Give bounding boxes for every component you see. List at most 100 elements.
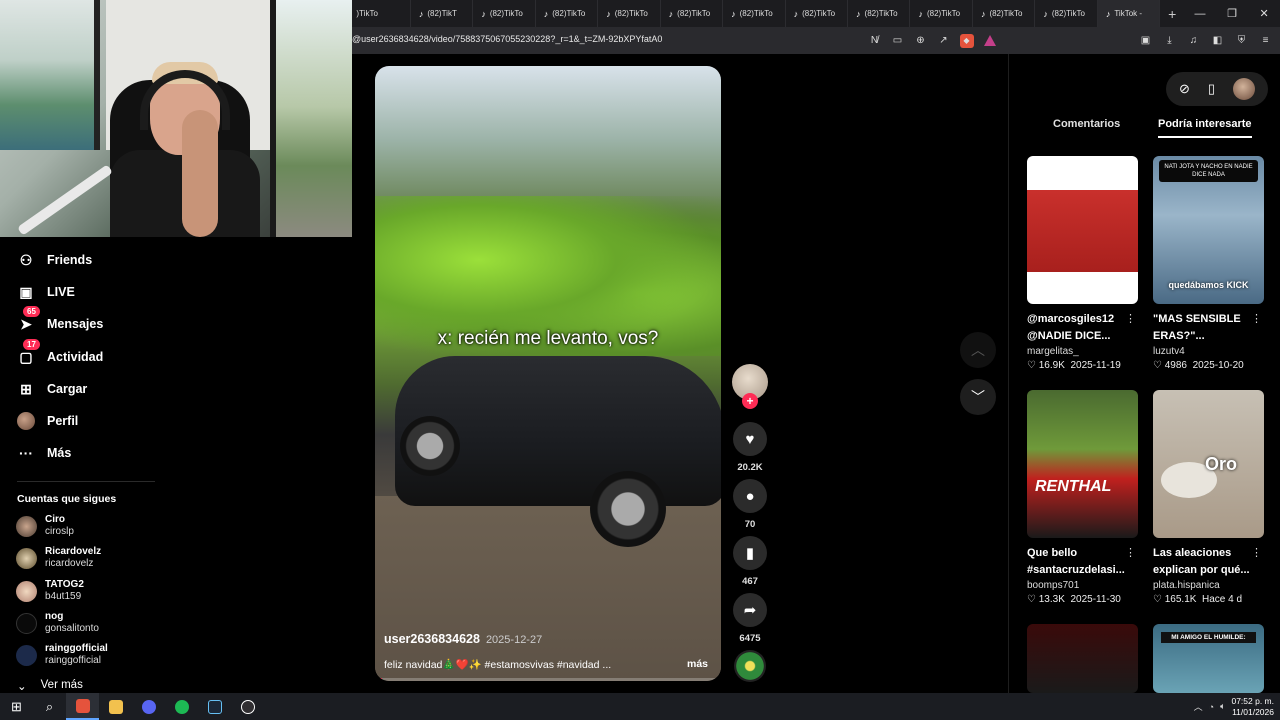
tab-suggested[interactable]: Podría interesarte [1158,118,1252,138]
next-video-button[interactable]: ﹀ [960,379,996,415]
browser-tab[interactable]: ♪ (82)TikTo [1035,0,1098,27]
card-title: Las aleaciones explican por qué... [1153,547,1250,576]
thumbnail-text: RENTHAL [1035,478,1112,495]
browser-tab[interactable]: ♪ (82)TikTo [536,0,599,27]
see-more-link[interactable]: ⌄ Ver más [17,679,83,693]
browser-tab[interactable]: ♪ (82)TikTo [598,0,661,27]
share-button[interactable]: ➦ 6475 [732,593,768,644]
tab-title: (82)TikT [427,9,457,18]
card-title: Que bello #santacruzdelasi... [1027,547,1125,576]
more-options-icon[interactable]: ⋮ [1125,546,1136,559]
thumbnail-caption: quedábamos KICK [1168,280,1249,290]
comment-button[interactable]: ● 70 [732,479,768,530]
toolbar-right-icons: ▣ ⤓ ♫ ◧ ⛨ ≡ [1137,32,1274,49]
restore-icon[interactable]: ❐ [1216,0,1248,27]
sidebar-item-friends[interactable]: ⚇ Friends [17,251,92,269]
video-player[interactable]: x: recién me levanto, vos? user263683462… [375,66,721,681]
save-button[interactable]: ▮ 467 [732,536,768,587]
discord-icon[interactable] [132,693,165,720]
suggested-video-card[interactable]: No más palabras señor juez ⋮ @marcosgile… [1027,156,1138,371]
search-icon[interactable]: ⌕ [33,693,66,720]
music-icon[interactable]: ♫ [1185,32,1202,49]
obs-icon[interactable] [231,693,264,720]
sidebar-item-live[interactable]: ▣ LIVE [17,283,74,301]
close-icon[interactable]: ✕ [1248,0,1280,27]
following-account[interactable]: Ciro ciroslp [16,514,74,538]
suggested-video-card[interactable]: MI AMIGO EL HUMILDE: [1153,624,1264,693]
sidebar-item-activity[interactable]: ▢ 17 Actividad [17,339,103,366]
live-icon: ▣ [19,283,33,300]
follow-plus-icon[interactable]: + [742,393,758,409]
minimize-icon[interactable]: — [1184,0,1216,27]
browser-tab[interactable]: ♪ (82)TikTo [661,0,724,27]
following-account[interactable]: nog gonsalitonto [16,611,99,635]
vpn-icon[interactable]: ⛨ [1233,32,1250,49]
comment-count: 70 [744,519,756,530]
tray-chevron-icon[interactable]: ︿ [1194,700,1203,713]
translate-icon[interactable]: N̸ [866,32,883,49]
suggested-video-card[interactable] [1027,624,1138,693]
browser-tab[interactable]: )TikTo [348,0,411,27]
following-account[interactable]: Ricardovelz ricardovelz [16,546,101,570]
suggested-video-card[interactable]: RENTHAL ⋮ Que bello #santacruzdelasi... … [1027,390,1138,605]
new-tab-button[interactable]: + [1160,6,1184,22]
browser-tab-active[interactable]: ♪ TikTok - [1097,0,1161,27]
more-options-icon[interactable]: ⋮ [1125,312,1136,325]
cast-icon[interactable]: ▭ [889,32,906,49]
video-progress-bar[interactable] [375,678,721,681]
clock[interactable]: 07:52 p. m. 11/01/2026 [1231,696,1274,718]
video-caption-overlay: x: recién me levanto, vos? [437,328,659,349]
system-tray: ︿ ◔ 🔈︎ 07:52 p. m. 11/01/2026 [1194,693,1274,720]
sidebar-item-more[interactable]: ··· Más [17,444,71,462]
url-field[interactable]: @user2636834628/video/758837506705523022… [352,34,662,44]
wallet-icon[interactable]: ▣ [1137,32,1154,49]
previous-video-button[interactable]: ︿ [960,332,996,368]
sidebar-item-upload[interactable]: ⊞ Cargar [17,380,87,398]
see-more-label: Ver más [40,679,83,691]
brave-browser-icon[interactable] [66,693,99,720]
download-icon[interactable]: ⤓ [1161,32,1178,49]
more-options-icon[interactable]: ⋮ [1251,546,1262,559]
comment-icon: ● [733,479,767,513]
menu-icon[interactable]: ≡ [1257,32,1274,49]
browser-tab[interactable]: ♪ (82)TikTo [910,0,973,27]
volume-icon[interactable]: 🔈︎ [1220,701,1225,712]
steam-icon[interactable] [198,693,231,720]
following-account[interactable]: rainggofficial rainggofficial [16,643,108,667]
following-account[interactable]: TATOG2 b4ut159 [16,579,84,603]
video-ground [375,496,721,681]
brave-rewards-icon[interactable] [981,32,998,49]
suggested-video-card[interactable]: NATI JOTA Y NACHO EN NADIE DICE NADA qued… [1153,156,1264,371]
like-button[interactable]: ♥ 20.2K [732,422,768,473]
user-avatar[interactable] [1232,78,1255,100]
more-options-icon[interactable]: ⋮ [1251,312,1262,325]
browser-tab[interactable]: ♪ (82)TikTo [848,0,911,27]
sidebar-item-profile[interactable]: Perfil [17,412,78,430]
browser-tab[interactable]: ♪ (82)TikTo [973,0,1036,27]
more-button[interactable]: más [687,658,708,670]
music-disc-icon[interactable] [734,650,766,682]
sidebar-item-messages[interactable]: ➤ 65 Mensajes [17,306,103,333]
device-icon[interactable]: ▯ [1208,81,1215,97]
tiktok-icon: ♪ [1105,8,1111,19]
network-icon[interactable]: ◔ [1209,702,1214,712]
sidebar-icon[interactable]: ◧ [1209,32,1226,49]
video-author[interactable]: user2636834628 2025-12-27 [384,632,542,646]
video-thumbnail: RENTHAL [1027,390,1138,538]
card-date: 2025-10-20 [1192,360,1244,371]
spotify-icon[interactable] [165,693,198,720]
tab-comments[interactable]: Comentarios [1053,118,1120,130]
file-explorer-icon[interactable] [99,693,132,720]
share-icon[interactable]: ↗ [935,32,952,49]
browser-tab[interactable]: ♪ (82)TikTo [723,0,786,27]
browser-tab[interactable]: ♪ (82)TikT [411,0,474,27]
browser-tab[interactable]: ♪ (82)TikTo [786,0,849,27]
compass-icon[interactable]: ⊘ [1179,81,1190,97]
browser-tab[interactable]: ♪ (82)TikTo [473,0,536,27]
brave-shield-icon[interactable]: ◆ [958,32,975,49]
windows-start-icon[interactable]: ⊞ [0,693,33,720]
zoom-icon[interactable]: ⊕ [912,32,929,49]
account-username: ricardovelz [45,558,94,569]
window-background-right [270,0,352,237]
suggested-video-card[interactable]: Oro ⋮ Las aleaciones explican por qué...… [1153,390,1264,605]
